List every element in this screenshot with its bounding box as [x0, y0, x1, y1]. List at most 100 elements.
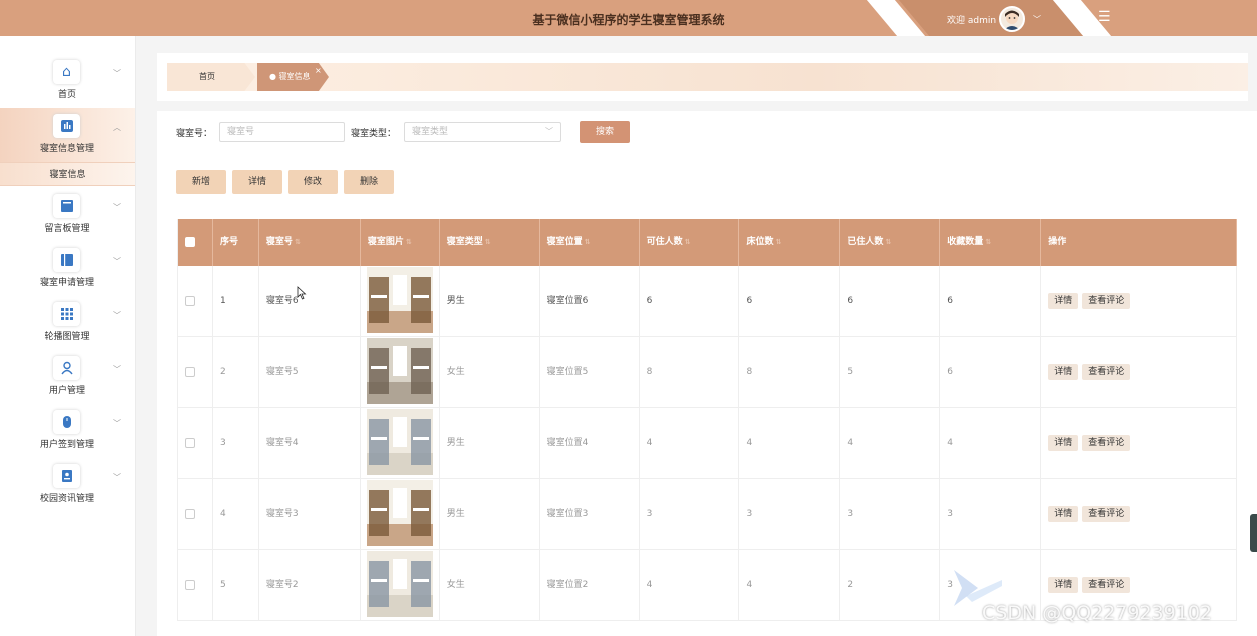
column-header-room-no[interactable]: 寝室号 ⇅ [259, 219, 361, 266]
sidebar-item-user-checkin[interactable]: 用户签到管理 ﹀ [0, 404, 135, 458]
sidebar-item-campus-news[interactable]: 校园资讯管理 ﹀ [0, 458, 135, 512]
breadcrumb-home[interactable]: 首页 [167, 63, 255, 91]
cell-index: 4 [213, 479, 259, 549]
room-type-select[interactable]: 寝室类型 ﹀ [404, 122, 561, 142]
chevron-down-icon[interactable]: ﹀ [1033, 14, 1041, 25]
column-label: 序号 [219, 237, 238, 247]
sidebar-item-label: 用户签到管理 [39, 440, 94, 450]
sort-icon: ⇅ [484, 238, 491, 246]
row-view-comments-button[interactable]: 查看评论 [1082, 292, 1131, 309]
column-label: 收藏数量 [947, 237, 984, 247]
detail-button[interactable]: 详情 [232, 170, 282, 194]
room-no-input[interactable]: 寝室号 [219, 122, 345, 142]
column-header-actions: 操作 [1041, 219, 1237, 266]
table-body: 1 寝室号6 男生 寝室位置6 6 6 6 6 详情 查看评论 2 寝室号5 女生 寝室位置5 8 8 5 6 详情… [178, 266, 1237, 621]
cell-room-location: 寝室位置6 [540, 266, 640, 336]
column-header-occupied[interactable]: 已住人数 ⇅ [840, 219, 941, 266]
row-checkbox[interactable] [185, 295, 195, 306]
cell-room-location: 寝室位置2 [540, 550, 640, 620]
cell-favorites: 3 [940, 479, 1042, 549]
row-checkbox[interactable] [185, 579, 195, 590]
room-photo[interactable] [366, 338, 433, 404]
select-all-checkbox[interactable] [185, 236, 195, 247]
cell-room-type: 男生 [440, 266, 540, 336]
column-header-capacity[interactable]: 可住人数 ⇅ [640, 219, 740, 266]
cell-occupied: 5 [840, 337, 941, 407]
cell-capacity: 4 [640, 550, 740, 620]
room-photo[interactable] [366, 267, 433, 333]
search-button[interactable]: 搜索 [580, 121, 630, 143]
row-checkbox[interactable] [185, 366, 195, 377]
edit-button[interactable]: 修改 [288, 170, 338, 194]
room-photo[interactable] [366, 551, 433, 617]
row-detail-button[interactable]: 详情 [1048, 505, 1079, 522]
table-row[interactable]: 4 寝室号3 男生 寝室位置3 3 3 3 3 详情 查看评论 [178, 479, 1237, 550]
row-detail-button[interactable]: 详情 [1048, 576, 1079, 593]
row-view-comments-button[interactable]: 查看评论 [1082, 363, 1131, 380]
row-select-cell [178, 408, 213, 478]
add-button[interactable]: 新增 [176, 170, 226, 194]
row-checkbox[interactable] [185, 508, 195, 519]
sort-icon: ⇅ [294, 238, 301, 246]
sort-icon: ⇅ [584, 238, 591, 246]
top-header: 基于微信小程序的学生寝室管理系统 欢迎 admin ﹀ ☰ [0, 0, 1257, 36]
cell-beds: 4 [739, 550, 841, 620]
cell-room-no: 寝室号2 [259, 550, 361, 620]
cell-actions: 详情 查看评论 [1041, 479, 1237, 549]
chevron-down-icon: ﹀ [113, 257, 121, 266]
sidebar-item-carousel[interactable]: 轮播图管理 ﹀ [0, 296, 135, 350]
row-select-cell [178, 337, 213, 407]
column-header-room-image[interactable]: 寝室图片 ⇅ [361, 219, 440, 266]
column-label: 操作 [1048, 237, 1067, 247]
row-select-cell [178, 266, 213, 336]
cell-room-location: 寝室位置5 [540, 337, 640, 407]
row-detail-button[interactable]: 详情 [1048, 434, 1079, 451]
row-detail-button[interactable]: 详情 [1048, 292, 1079, 309]
cell-room-type: 男生 [440, 408, 540, 478]
sidebar-item-users[interactable]: 用户管理 ﹀ [0, 350, 135, 404]
column-header-room-type[interactable]: 寝室类型 ⇅ [440, 219, 540, 266]
row-select-cell [178, 550, 213, 620]
select-all-cell [178, 219, 213, 266]
column-label: 床位数 [746, 237, 774, 247]
cell-actions: 详情 查看评论 [1041, 408, 1237, 478]
main-panel: 寝室号： 寝室号 寝室类型： 寝室类型 ﹀ 搜索 新增 详情 修改 删除 序号 … [157, 111, 1257, 636]
column-header-index[interactable]: 序号 [213, 219, 259, 266]
breadcrumb: 首页 ● 寝室信息 × [157, 53, 1248, 101]
column-header-beds[interactable]: 床位数 ⇅ [739, 219, 841, 266]
column-label: 寝室位置 [546, 237, 583, 247]
sidebar-item-room-application[interactable]: 寝室申请管理 ﹀ [0, 242, 135, 296]
sidebar: ⌂ 首页 ﹀ 寝室信息管理 ︿ 寝室信息 留言板管理 ﹀ 寝室申请管理 ﹀ 轮播… [0, 36, 136, 636]
side-floating-widget[interactable] [1250, 514, 1257, 552]
delete-button[interactable]: 删除 [344, 170, 394, 194]
breadcrumb-current-label: ● 寝室信息 [269, 72, 311, 81]
hamburger-menu-icon[interactable]: ☰ [1098, 9, 1111, 25]
row-checkbox[interactable] [185, 437, 195, 448]
row-view-comments-button[interactable]: 查看评论 [1082, 576, 1131, 593]
close-icon[interactable]: × [315, 63, 322, 85]
sidebar-item-message-board[interactable]: 留言板管理 ﹀ [0, 188, 135, 242]
sidebar-item-label: 首页 [57, 90, 76, 100]
cell-capacity: 8 [640, 337, 740, 407]
room-photo[interactable] [366, 480, 433, 546]
row-view-comments-button[interactable]: 查看评论 [1082, 434, 1131, 451]
room-photo[interactable] [366, 409, 433, 475]
row-detail-button[interactable]: 详情 [1048, 363, 1079, 380]
table-row[interactable]: 1 寝室号6 男生 寝室位置6 6 6 6 6 详情 查看评论 [178, 266, 1237, 337]
avatar[interactable] [999, 6, 1025, 32]
column-header-favorites[interactable]: 收藏数量 ⇅ [940, 219, 1042, 266]
sidebar-item-room-info-management[interactable]: 寝室信息管理 ︿ [0, 108, 135, 162]
sidebar-item-label: 校园资讯管理 [39, 494, 94, 504]
breadcrumb-current-tab[interactable]: ● 寝室信息 × [257, 63, 329, 91]
cell-favorites: 6 [940, 337, 1042, 407]
cell-index: 2 [213, 337, 259, 407]
table-row[interactable]: 3 寝室号4 男生 寝室位置4 4 4 4 4 详情 查看评论 [178, 408, 1237, 479]
chevron-down-icon: ﹀ [545, 127, 553, 136]
cell-room-type: 女生 [440, 550, 540, 620]
column-header-room-location[interactable]: 寝室位置 ⇅ [540, 219, 640, 266]
sidebar-item-home[interactable]: ⌂ 首页 ﹀ [0, 54, 135, 108]
row-view-comments-button[interactable]: 查看评论 [1082, 505, 1131, 522]
table-row[interactable]: 2 寝室号5 女生 寝室位置5 8 8 5 6 详情 查看评论 [178, 337, 1237, 408]
column-label: 寝室类型 [446, 237, 483, 247]
sidebar-subitem-room-info[interactable]: 寝室信息 [0, 162, 135, 186]
